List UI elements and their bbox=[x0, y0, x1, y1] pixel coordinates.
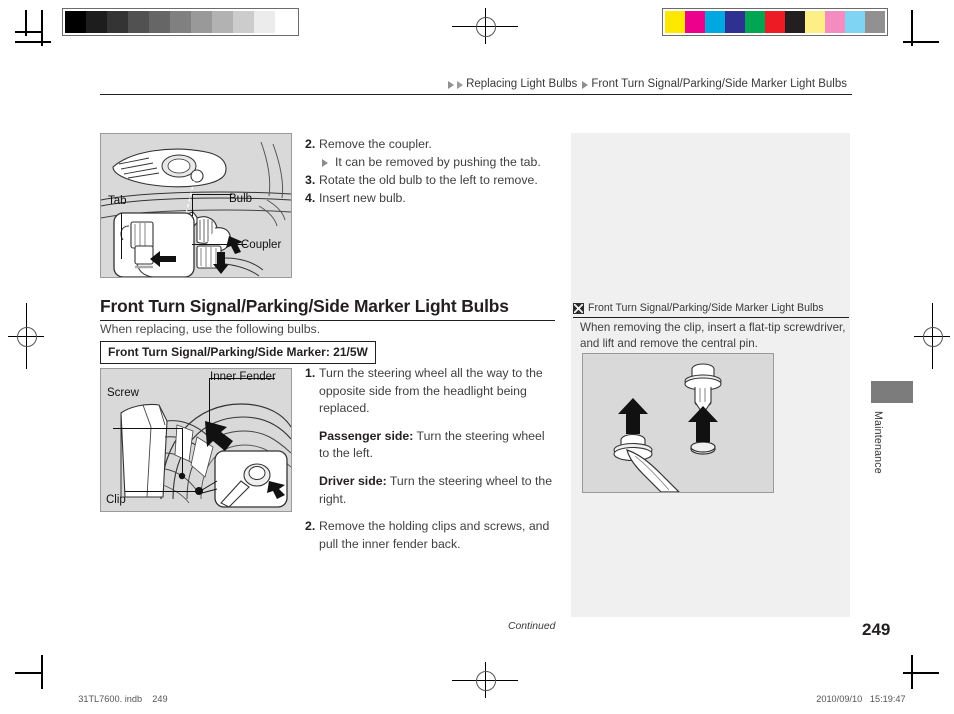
figure-leader-screw-v bbox=[182, 428, 184, 476]
side-note-body: When removing the clip, insert a flat-ti… bbox=[580, 321, 846, 350]
side-note-title-text: Front Turn Signal/Parking/Side Marker Li… bbox=[588, 302, 824, 314]
step-number: 1. bbox=[305, 366, 316, 380]
figure-leader-tab bbox=[121, 213, 123, 259]
step-item: 2. Remove the holding clips and screws, … bbox=[305, 518, 553, 553]
figure-bulb-coupler bbox=[100, 133, 292, 278]
figure-leader-clip bbox=[125, 491, 199, 493]
breadcrumb-arrow-icon bbox=[448, 81, 455, 89]
side-note-rule bbox=[573, 317, 849, 319]
figure-label-tab: Tab bbox=[108, 195, 127, 207]
step-number: 2. bbox=[305, 137, 316, 151]
step-number: 3. bbox=[305, 173, 316, 188]
continued-label: Continued bbox=[508, 621, 556, 632]
step-text: Turn the steering wheel all the way to t… bbox=[319, 366, 543, 416]
page-title: Front Turn Signal/Parking/Side Marker Li… bbox=[100, 296, 509, 316]
figure-label-inner-fender: Inner Fender bbox=[210, 371, 276, 383]
step-item: 1. Turn the steering wheel all the way t… bbox=[305, 365, 553, 418]
breadcrumb: Replacing Light Bulbs Front Turn Signal/P… bbox=[100, 66, 852, 95]
substep-text: It can be removed by pushing the tab. bbox=[335, 154, 541, 169]
page-number: 249 bbox=[862, 620, 891, 639]
step-text: Rotate the old bulb to the left to remov… bbox=[319, 173, 538, 188]
step-number: 4. bbox=[305, 190, 316, 205]
print-date: 2010/09/10 bbox=[816, 694, 863, 704]
steps-list-top: 2. Remove the coupler. It can be removed… bbox=[305, 136, 553, 207]
step-item: 3. Rotate the old bulb to the left to re… bbox=[305, 172, 553, 190]
print-file-name: 31TL7600. indb bbox=[78, 694, 143, 704]
section-intro-text: When replacing, use the following bulbs. bbox=[100, 322, 321, 336]
manual-page: Replacing Light Bulbs Front Turn Signal/P… bbox=[0, 0, 954, 704]
bulb-spec-label: Front Turn Signal/Parking/Side Marker: 2… bbox=[100, 341, 376, 364]
breadcrumb-arrow-icon bbox=[582, 81, 589, 89]
steps-list-bottom: 1. Turn the steering wheel all the way t… bbox=[305, 365, 553, 553]
thumb-tab-marker bbox=[871, 381, 913, 403]
step-item: 2. Remove the coupler. bbox=[305, 136, 553, 154]
print-file-page bbox=[142, 694, 152, 704]
passenger-side-note: Passenger side: Turn the steering wheel … bbox=[305, 428, 553, 463]
step-text: Remove the coupler. bbox=[319, 137, 432, 151]
driver-side-note: Driver side: Turn the steering wheel to … bbox=[305, 473, 553, 508]
figure-leader-screw bbox=[113, 428, 183, 430]
figure-label-bulb: Bulb bbox=[229, 193, 253, 205]
breadcrumb-item-replacing-light-bulbs: Replacing Light Bulbs bbox=[466, 78, 578, 90]
figure-bulb-coupler-illustration bbox=[101, 134, 291, 277]
substep-arrow-icon bbox=[322, 154, 335, 173]
side-note-title: Front Turn Signal/Parking/Side Marker Li… bbox=[573, 302, 824, 314]
figure-label-clip: Clip bbox=[106, 494, 126, 506]
step-text: Remove the holding clips and screws, and… bbox=[319, 519, 550, 551]
figure-leader-bulb bbox=[192, 194, 232, 196]
thumb-tab-label: Maintenance bbox=[872, 411, 884, 474]
breadcrumb-item-front-turn-signal: Front Turn Signal/Parking/Side Marker Li… bbox=[591, 78, 847, 90]
print-timestamp: 2010/09/10 15:19:47 bbox=[806, 684, 906, 714]
figure-leader-coupler bbox=[192, 244, 247, 246]
figure-clip-removal-illustration bbox=[583, 354, 773, 492]
figure-label-coupler: Coupler bbox=[241, 239, 282, 251]
figure-leader-bulb-down bbox=[192, 194, 194, 216]
figure-leader-inner-fender-v bbox=[209, 378, 211, 426]
print-info-spacer bbox=[862, 694, 870, 704]
figure-clip-removal bbox=[582, 353, 774, 493]
step-text: Insert new bulb. bbox=[319, 190, 406, 205]
figure-label-screw: Screw bbox=[107, 387, 139, 399]
step-item: 4. Insert new bulb. bbox=[305, 190, 553, 208]
print-file-info: 31TL7600. indb 249 bbox=[68, 684, 168, 714]
driver-side-label: Driver side: bbox=[319, 473, 387, 488]
substep-item: It can be removed by pushing the tab. bbox=[305, 154, 553, 173]
note-marker-icon bbox=[573, 302, 584, 314]
breadcrumb-arrow-icon bbox=[457, 81, 464, 89]
print-time: 15:19:47 bbox=[869, 694, 906, 704]
step-number: 2. bbox=[305, 519, 316, 534]
passenger-side-label: Passenger side: bbox=[319, 428, 414, 443]
print-page-number: 249 bbox=[152, 694, 168, 704]
